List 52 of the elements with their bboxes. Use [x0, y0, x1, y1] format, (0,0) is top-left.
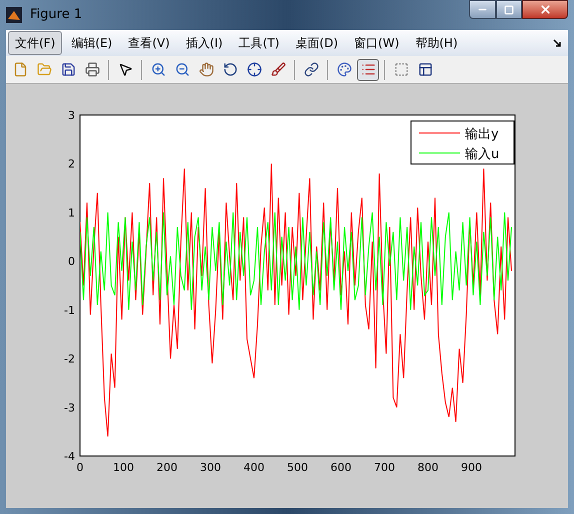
legend-label: 输出y — [465, 127, 499, 142]
window-title: Figure 1 — [30, 6, 82, 24]
hand-icon — [198, 62, 214, 77]
list-icon — [360, 62, 376, 77]
minimize-button[interactable] — [469, 0, 496, 19]
x-tick-label: 0 — [76, 461, 84, 474]
menu-item[interactable]: 查看(V) — [121, 31, 177, 55]
folder-icon — [36, 62, 52, 77]
app-logo-icon — [6, 7, 22, 23]
zoom-in-icon — [150, 62, 166, 77]
x-tick-label: 800 — [418, 461, 438, 474]
close-button[interactable] — [522, 0, 568, 19]
link-icon — [304, 62, 318, 77]
x-tick-label: 900 — [461, 461, 482, 474]
y-tick-label: 0 — [68, 255, 75, 268]
dock-arrow-icon — [553, 38, 562, 48]
menu-item[interactable]: 插入(I) — [178, 31, 230, 55]
x-tick-label: 700 — [374, 461, 395, 474]
y-tick-label: 3 — [68, 109, 75, 122]
menu-item[interactable]: 窗口(W) — [347, 31, 406, 55]
x-tick-label: 400 — [244, 461, 264, 474]
y-tick-label: -2 — [64, 352, 75, 366]
pointer-icon — [118, 62, 132, 77]
brush-icon — [270, 62, 286, 77]
menu-item[interactable]: 工具(T) — [232, 31, 286, 55]
zoom-out-icon — [174, 62, 190, 77]
maximize-button[interactable] — [496, 0, 522, 19]
y-tick-label: 1 — [68, 206, 75, 220]
y-tick-label: -3 — [64, 401, 75, 414]
menu-item[interactable]: 编辑(E) — [64, 31, 120, 55]
x-tick-label: 500 — [287, 461, 308, 474]
dashed-square-icon — [394, 62, 408, 77]
x-tick-label: 600 — [330, 461, 352, 474]
rotate-icon — [222, 62, 238, 77]
x-tick-label: 300 — [200, 461, 221, 474]
palette-icon — [336, 62, 352, 77]
legend-tool-button[interactable] — [357, 58, 379, 80]
x-tick-label: 100 — [113, 461, 134, 474]
menu-item[interactable]: 文件(F) — [8, 31, 62, 55]
crosshair-icon — [246, 62, 262, 77]
x-tick-label: 200 — [156, 461, 178, 474]
legend-label: 输入u — [465, 147, 500, 162]
menu-item[interactable]: 桌面(D) — [288, 31, 346, 55]
blank-page-icon — [12, 62, 28, 77]
y-tick-label: 2 — [68, 158, 75, 171]
menu-item[interactable]: 帮助(H) — [408, 31, 465, 55]
maximize-icon — [504, 4, 514, 14]
close-icon — [538, 3, 552, 16]
printer-icon — [84, 62, 100, 77]
y-tick-label: -1 — [64, 304, 75, 317]
y-tick-label: -4 — [64, 450, 75, 463]
panel-layout-icon — [418, 62, 432, 77]
